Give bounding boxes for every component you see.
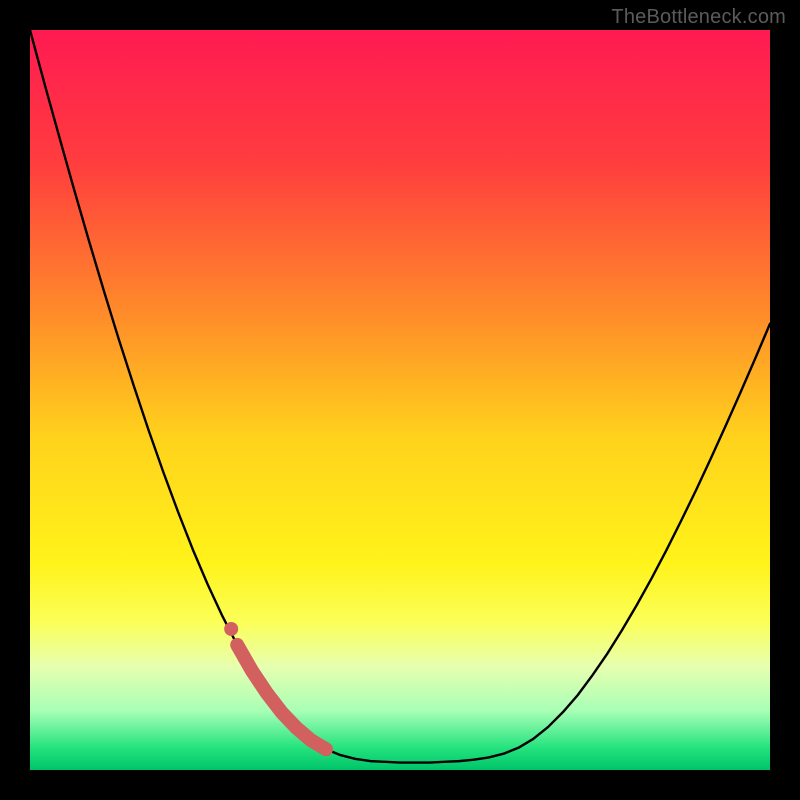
watermark-text: TheBottleneck.com <box>611 6 786 29</box>
chart-frame: TheBottleneck.com <box>0 0 800 800</box>
accent-dot <box>224 622 238 636</box>
accent-segment <box>237 645 326 749</box>
right-curve <box>474 324 770 760</box>
left-curve <box>30 30 474 763</box>
curve-layer <box>30 30 770 770</box>
plot-area <box>30 30 770 770</box>
